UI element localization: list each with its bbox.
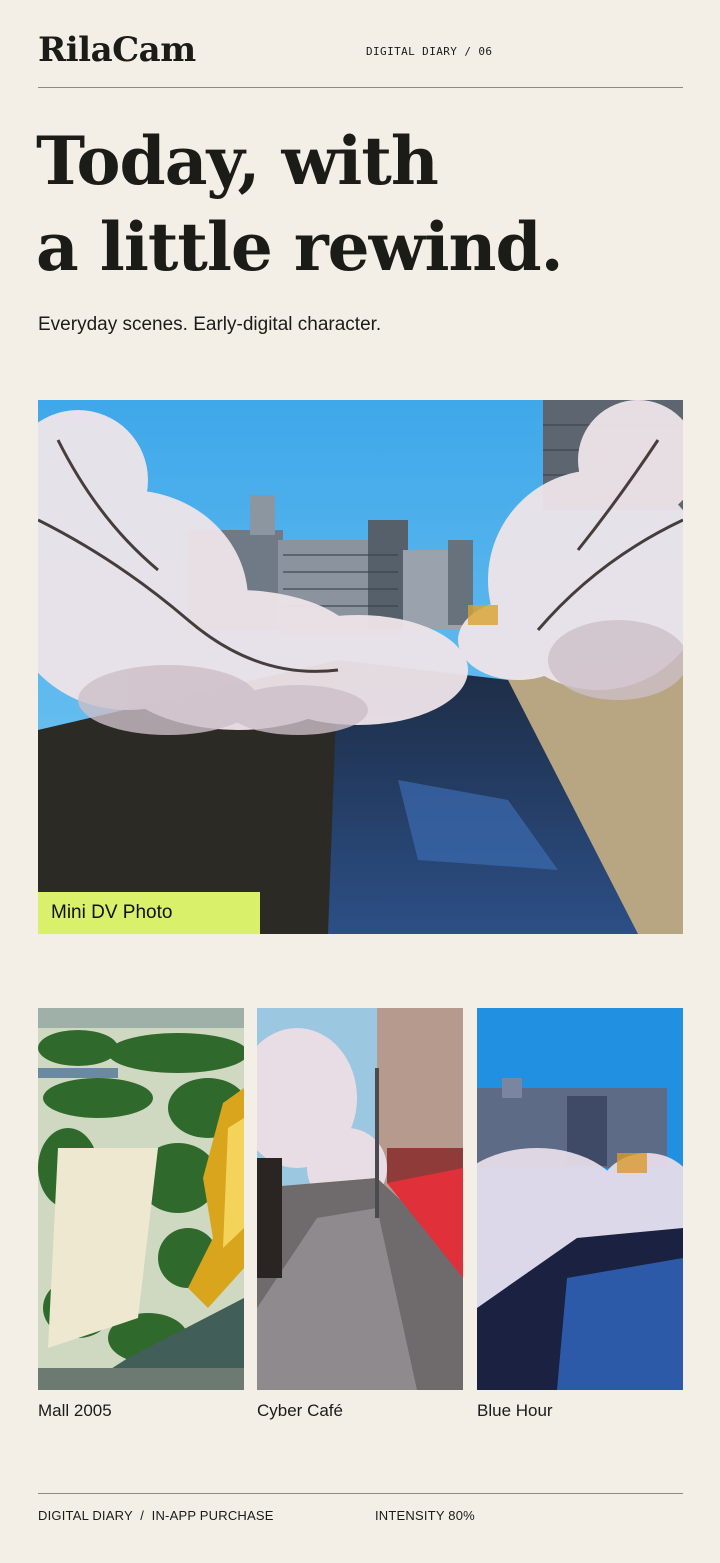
gallery-image-blue-hour: [477, 1008, 683, 1390]
issue-label: DIGITAL DIARY / 06: [366, 45, 493, 58]
headline-line-2: a little rewind.: [36, 208, 564, 286]
page-headline: Today, with a little rewind.: [36, 118, 696, 290]
gallery-caption: Cyber Café: [257, 1401, 343, 1420]
gallery-item-blue-hour[interactable]: [477, 1008, 683, 1390]
gallery-caption: Blue Hour: [477, 1401, 553, 1420]
gallery-item-cyber-cafe[interactable]: [257, 1008, 463, 1390]
header-divider: [38, 87, 683, 88]
headline-line-1: Today, with: [36, 122, 439, 200]
hero-photo-image: [38, 400, 683, 934]
gallery-item-mall-2005[interactable]: [38, 1008, 244, 1390]
feature-badge: Mini DV Photo: [38, 892, 260, 934]
footer-divider: [38, 1493, 683, 1494]
footer-section-label: DIGITAL DIARY / IN-APP PURCHASE: [38, 1508, 274, 1523]
intensity-label: INTENSITY 80%: [375, 1508, 475, 1523]
hero-photo[interactable]: Mini DV Photo: [38, 400, 683, 934]
gallery-image-mall-2005: [38, 1008, 244, 1390]
page-subtitle: Everyday scenes. Early-digital character…: [38, 314, 382, 335]
app-logo: RilaCam: [38, 30, 196, 70]
gallery-image-cyber-cafe: [257, 1008, 463, 1390]
gallery-caption: Mall 2005: [38, 1401, 112, 1420]
